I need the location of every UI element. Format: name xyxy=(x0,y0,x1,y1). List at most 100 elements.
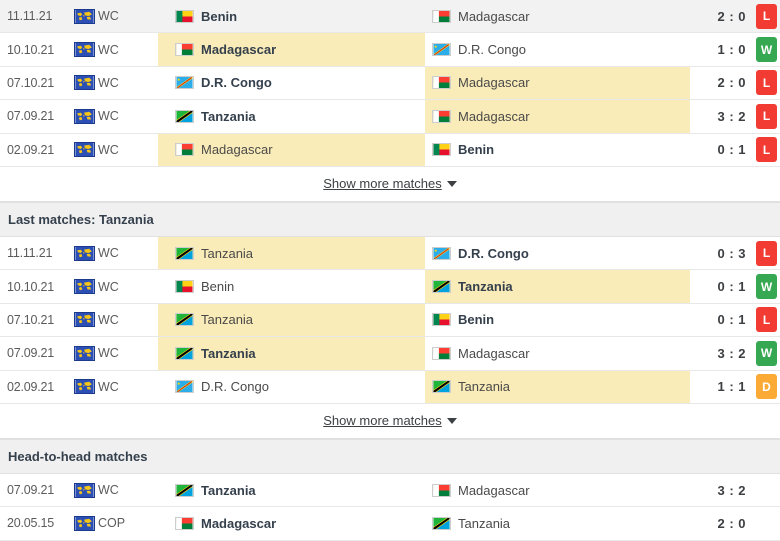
away-team-cell[interactable]: Benin xyxy=(425,312,690,327)
home-team-cell[interactable]: Tanzania xyxy=(158,312,425,327)
home-team-cell[interactable]: Tanzania xyxy=(158,346,425,361)
table-row[interactable]: 10.10.21 WC Benin Tanzania 0 : 1 W xyxy=(0,270,780,304)
match-date: 20.05.15 xyxy=(7,516,55,531)
away-team-cell[interactable]: Madagascar xyxy=(425,346,690,361)
world-map-icon xyxy=(73,482,95,498)
show-more-matches-last-matches-tanzania[interactable]: Show more matches xyxy=(0,403,780,439)
away-team-name: D.R. Congo xyxy=(458,42,526,58)
home-team-cell[interactable]: Tanzania xyxy=(158,246,425,261)
away-team-name: Tanzania xyxy=(458,279,513,295)
competition-icon-cell xyxy=(70,482,98,498)
away-team-cell[interactable]: Tanzania xyxy=(425,279,690,294)
table-row[interactable]: 07.09.21 WC Tanzania Madagascar 3 : 2 xyxy=(0,473,780,508)
show-more-matches-last-matches-madagascar[interactable]: Show more matches xyxy=(0,166,780,202)
home-team-name: Tanzania xyxy=(201,345,256,361)
home-team-cell[interactable]: Benin xyxy=(158,9,425,24)
flag-madagascar-icon xyxy=(175,43,194,57)
away-team-name: Madagascar xyxy=(458,482,530,498)
away-team-cell[interactable]: Tanzania xyxy=(425,516,690,531)
home-team-cell[interactable]: D.R. Congo xyxy=(158,75,425,90)
table-row[interactable]: 20.05.15 COP Madagascar Tanzania 2 : 0 xyxy=(0,507,780,541)
home-team-cell[interactable]: Madagascar xyxy=(158,42,425,57)
result-badge-cell: W xyxy=(755,37,778,63)
competition-label: WC xyxy=(98,483,119,498)
status-badge: L xyxy=(756,137,777,163)
competition-icon-cell xyxy=(70,42,98,58)
away-team-cell[interactable]: Madagascar xyxy=(425,75,690,90)
match-score: 3 : 2 xyxy=(717,108,746,124)
away-team-name: Tanzania xyxy=(458,515,511,531)
show-more-link[interactable]: Show more matches xyxy=(323,176,442,191)
match-date: 10.10.21 xyxy=(7,42,55,57)
table-row[interactable]: 07.10.21 WC D.R. Congo Madagascar 2 : 0 L xyxy=(0,66,780,101)
result-badge-cell: L xyxy=(755,307,778,333)
table-row[interactable]: 02.09.21 WC D.R. Congo Tanzania 1 : 1 D xyxy=(0,370,780,404)
table-row[interactable]: 07.09.21 WC Tanzania Madagascar 3 : 2 W xyxy=(0,337,780,371)
competition-label: WC xyxy=(98,379,119,394)
flag-tanzania-icon xyxy=(175,109,194,123)
world-map-icon xyxy=(73,108,95,124)
away-team-name: Tanzania xyxy=(458,379,511,395)
competition-label: WC xyxy=(98,9,119,24)
away-team-cell[interactable]: D.R. Congo xyxy=(425,246,690,261)
home-team-cell[interactable]: Madagascar xyxy=(158,516,425,531)
result-badge-cell: L xyxy=(755,3,778,29)
chevron-down-icon[interactable] xyxy=(446,417,457,424)
result-badge-cell: W xyxy=(755,340,778,366)
match-score: 2 : 0 xyxy=(717,75,746,91)
table-row[interactable]: 11.11.21 WC Tanzania D.R. Congo 0 : 3 L xyxy=(0,236,780,271)
home-team-name: Tanzania xyxy=(201,245,254,261)
home-team-name: Tanzania xyxy=(201,312,254,328)
flag-benin-icon xyxy=(175,9,194,23)
away-team-name: Madagascar xyxy=(458,108,530,124)
table-row[interactable]: 07.10.21 WC Tanzania Benin 0 : 1 L xyxy=(0,303,780,338)
home-team-cell[interactable]: Madagascar xyxy=(158,142,425,157)
result-badge-cell: L xyxy=(755,70,778,96)
table-row[interactable]: 11.11.21 WC Benin Madagascar 2 : 0 L xyxy=(0,0,780,34)
away-team-cell[interactable]: D.R. Congo xyxy=(425,42,690,57)
home-team-cell[interactable]: Tanzania xyxy=(158,109,425,124)
home-team-cell[interactable]: Tanzania xyxy=(158,483,425,498)
show-more-link[interactable]: Show more matches xyxy=(323,413,442,428)
match-score: 1 : 0 xyxy=(717,42,746,58)
match-score: 0 : 1 xyxy=(717,312,746,328)
home-team-name: D.R. Congo xyxy=(201,75,272,91)
away-team-cell[interactable]: Benin xyxy=(425,142,690,157)
home-team-name: Madagascar xyxy=(201,42,277,58)
competition-label: WC xyxy=(98,346,119,361)
competition-label: WC xyxy=(98,142,119,157)
table-row[interactable]: 02.09.21 WC Madagascar Benin 0 : 1 L xyxy=(0,133,780,167)
away-team-name: D.R. Congo xyxy=(458,245,529,261)
home-team-cell[interactable]: Benin xyxy=(158,279,425,294)
chevron-down-icon[interactable] xyxy=(446,180,457,187)
match-score: 0 : 1 xyxy=(717,279,746,295)
section-header-last-matches-tanzania: Last matches: Tanzania xyxy=(0,201,780,237)
match-date: 10.10.21 xyxy=(7,279,55,294)
flag-drcongo-icon xyxy=(175,76,194,90)
away-team-cell[interactable]: Tanzania xyxy=(425,379,690,394)
status-badge: L xyxy=(756,240,777,266)
world-map-icon xyxy=(73,8,95,24)
competition-icon-cell xyxy=(70,379,98,395)
home-team-name: Benin xyxy=(201,8,238,24)
world-map-icon xyxy=(73,379,95,395)
competition-icon-cell xyxy=(70,142,98,158)
section-header-head-to-head: Head-to-head matches xyxy=(0,438,780,474)
world-map-icon xyxy=(73,345,95,361)
away-team-cell[interactable]: Madagascar xyxy=(425,483,690,498)
competition-label: WC xyxy=(98,75,119,90)
table-row[interactable]: 07.09.21 WC Tanzania Madagascar 3 : 2 L xyxy=(0,100,780,134)
flag-madagascar-icon xyxy=(432,76,451,90)
table-row[interactable]: 10.10.21 WC Madagascar D.R. Congo 1 : 0 W xyxy=(0,33,780,67)
away-team-name: Benin xyxy=(458,312,495,328)
status-badge: W xyxy=(756,37,777,63)
result-badge-cell: D xyxy=(755,374,778,400)
competition-icon-cell xyxy=(70,75,98,91)
away-team-name: Benin xyxy=(458,142,495,158)
away-team-cell[interactable]: Madagascar xyxy=(425,9,690,24)
home-team-cell[interactable]: D.R. Congo xyxy=(158,379,425,394)
status-badge: L xyxy=(756,3,777,29)
match-date: 02.09.21 xyxy=(7,379,55,394)
match-score: 1 : 1 xyxy=(717,379,746,395)
away-team-cell[interactable]: Madagascar xyxy=(425,109,690,124)
